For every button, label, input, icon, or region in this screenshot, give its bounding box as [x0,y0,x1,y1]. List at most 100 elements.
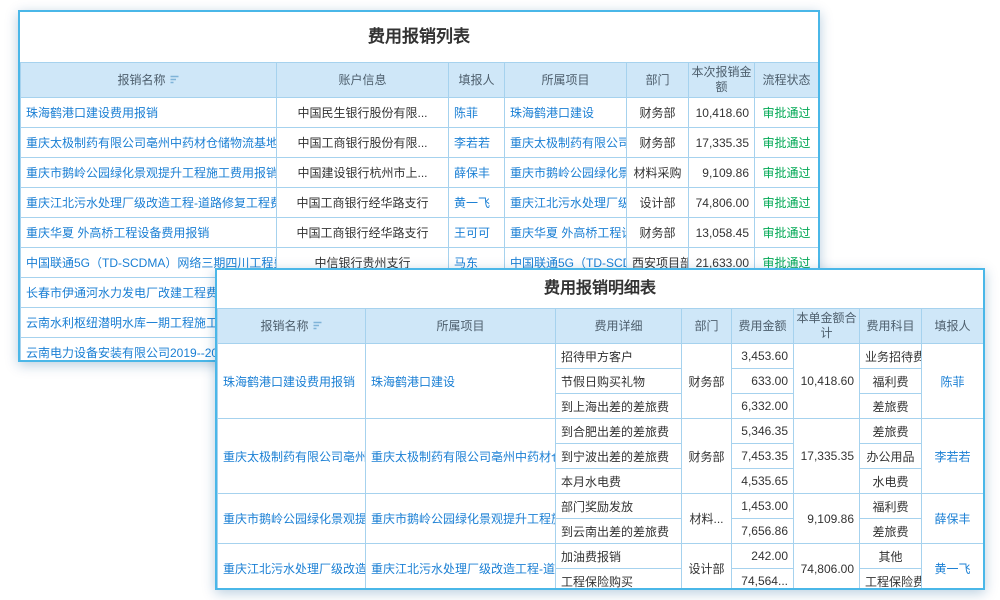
sort-icon[interactable] [169,74,180,85]
cell-dept: 设计部 [627,188,689,218]
cell-project[interactable]: 重庆江北污水处理厂级改造工... [505,188,627,218]
detail-row: 重庆太极制药有限公司亳州中药材 重庆太极制药有限公司亳州中药材仓储物流 到合肥出… [218,419,984,444]
cell-project[interactable]: 珠海鹤港口建设 [505,98,627,128]
cell-filler[interactable]: 陈菲 [449,98,505,128]
cell-account: 中国工商银行经华路支行 [277,218,449,248]
cell-filler[interactable]: 薛保丰 [922,494,984,544]
cell-amount: 9,109.86 [689,158,755,188]
cell-expense-detail: 部门奖励发放 [556,494,682,519]
table-row: 珠海鹤港口建设费用报销 中国民生银行股份有限... 陈菲 珠海鹤港口建设 财务部… [21,98,819,128]
cell-category: 办公用品 [860,444,922,469]
column-header-account: 账户信息 [277,63,449,98]
cell-report-name[interactable]: 重庆江北污水处理厂级改造工程- [218,544,366,591]
cell-filler[interactable]: 陈菲 [922,344,984,419]
detail-row: 珠海鹤港口建设费用报销 珠海鹤港口建设 招待甲方客户 财务部 3,453.60 … [218,344,984,369]
cell-project[interactable]: 重庆太极制药有限公司亳州中... [505,128,627,158]
cell-project[interactable]: 重庆华夏 外高桥工程设备 [505,218,627,248]
column-header-amount: 本次报销金额 [689,63,755,98]
cell-dept: 材料采购 [627,158,689,188]
cell-report-name[interactable]: 重庆华夏 外高桥工程设备费用报销 [21,218,277,248]
cell-expense-detail: 本月水电费 [556,469,682,494]
cell-total: 17,335.35 [794,419,860,494]
cell-status[interactable]: 审批通过 [755,158,819,188]
cell-filler[interactable]: 王可可 [449,218,505,248]
cell-total: 74,806.00 [794,544,860,591]
cell-report-name[interactable]: 重庆江北污水处理厂级改造工程-道路修复工程费用... [21,188,277,218]
column-header-total: 本单金额合计 [794,309,860,344]
cell-report-name[interactable]: 珠海鹤港口建设费用报销 [21,98,277,128]
cell-amount: 74,564... [732,569,794,591]
cell-amount: 633.00 [732,369,794,394]
detail-row: 重庆市鹅岭公园绿化景观提升工程 重庆市鹅岭公园绿化景观提升工程施工 部门奖励发放… [218,494,984,519]
cell-expense-detail: 招待甲方客户 [556,344,682,369]
cell-amount: 242.00 [732,544,794,569]
column-header-name-label: 报销名称 [260,319,308,333]
cell-amount: 7,453.35 [732,444,794,469]
cell-report-name[interactable]: 重庆太极制药有限公司亳州中药材仓储物流基地项... [21,128,277,158]
cell-dept: 财务部 [627,98,689,128]
cell-amount: 3,453.60 [732,344,794,369]
column-header-detail: 费用详细 [556,309,682,344]
cell-amount: 4,535.65 [732,469,794,494]
column-header-dept: 部门 [627,63,689,98]
cell-category: 差旅费 [860,394,922,419]
cell-report-name[interactable]: 重庆太极制药有限公司亳州中药材 [218,419,366,494]
expense-detail-window: 费用报销明细表 报销名称 所属项目 费用详细 部门 费用金额 本单金额合计 费用… [215,268,985,590]
cell-status[interactable]: 审批通过 [755,188,819,218]
column-header-name: 报销名称 [21,63,277,98]
column-header-project: 所属项目 [505,63,627,98]
cell-category: 业务招待费 [860,344,922,369]
cell-filler[interactable]: 黄一飞 [922,544,984,591]
cell-project[interactable]: 重庆市鹅岭公园绿化景观提升工程施工 [366,494,556,544]
column-header-name-label: 报销名称 [117,73,165,87]
cell-report-name[interactable]: 珠海鹤港口建设费用报销 [218,344,366,419]
cell-project[interactable]: 重庆太极制药有限公司亳州中药材仓储物流 [366,419,556,494]
cell-expense-detail: 节假日购买礼物 [556,369,682,394]
cell-dept: 财务部 [682,344,732,419]
cell-expense-detail: 加油费报销 [556,544,682,569]
cell-status[interactable]: 审批通过 [755,98,819,128]
cell-report-name[interactable]: 重庆市鹅岭公园绿化景观提升工程施工费用报销 [21,158,277,188]
cell-category: 水电费 [860,469,922,494]
cell-expense-detail: 到云南出差的差旅费 [556,519,682,544]
table-row: 重庆华夏 外高桥工程设备费用报销 中国工商银行经华路支行 王可可 重庆华夏 外高… [21,218,819,248]
cell-total: 9,109.86 [794,494,860,544]
cell-account: 中国工商银行股份有限... [277,128,449,158]
cell-dept: 财务部 [627,128,689,158]
column-header-status: 流程状态 [755,63,819,98]
cell-total: 10,418.60 [794,344,860,419]
column-header-amount: 费用金额 [732,309,794,344]
expense-detail-table: 报销名称 所属项目 费用详细 部门 费用金额 本单金额合计 费用科目 填报人 珠… [217,308,984,590]
cell-amount: 6,332.00 [732,394,794,419]
column-header-dept: 部门 [682,309,732,344]
expense-detail-title: 费用报销明细表 [217,270,983,308]
cell-filler[interactable]: 李若若 [449,128,505,158]
cell-category: 差旅费 [860,519,922,544]
cell-project[interactable]: 重庆市鹅岭公园绿化景观提升... [505,158,627,188]
column-header-filler: 填报人 [449,63,505,98]
cell-filler[interactable]: 李若若 [922,419,984,494]
cell-amount: 7,656.86 [732,519,794,544]
cell-dept: 设计部 [682,544,732,591]
cell-project[interactable]: 珠海鹤港口建设 [366,344,556,419]
cell-filler[interactable]: 黄一飞 [449,188,505,218]
cell-expense-detail: 到宁波出差的差旅费 [556,444,682,469]
cell-project[interactable]: 重庆江北污水处理厂级改造工程-道路修复工 [366,544,556,591]
cell-status[interactable]: 审批通过 [755,218,819,248]
cell-filler[interactable]: 薛保丰 [449,158,505,188]
detail-row: 重庆江北污水处理厂级改造工程- 重庆江北污水处理厂级改造工程-道路修复工 加油费… [218,544,984,569]
cell-report-name[interactable]: 重庆市鹅岭公园绿化景观提升工程 [218,494,366,544]
cell-status[interactable]: 审批通过 [755,128,819,158]
expense-list-title: 费用报销列表 [20,12,818,62]
column-header-project: 所属项目 [366,309,556,344]
cell-category: 福利费 [860,369,922,394]
cell-account: 中国建设银行杭州市上... [277,158,449,188]
header-row: 报销名称 账户信息 填报人 所属项目 部门 本次报销金额 流程状态 [21,63,819,98]
cell-account: 中国工商银行经华路支行 [277,188,449,218]
cell-expense-detail: 工程保险购买 [556,569,682,591]
table-row: 重庆太极制药有限公司亳州中药材仓储物流基地项... 中国工商银行股份有限... … [21,128,819,158]
cell-category: 差旅费 [860,419,922,444]
sort-icon[interactable] [312,320,323,331]
cell-amount: 5,346.35 [732,419,794,444]
cell-amount: 10,418.60 [689,98,755,128]
